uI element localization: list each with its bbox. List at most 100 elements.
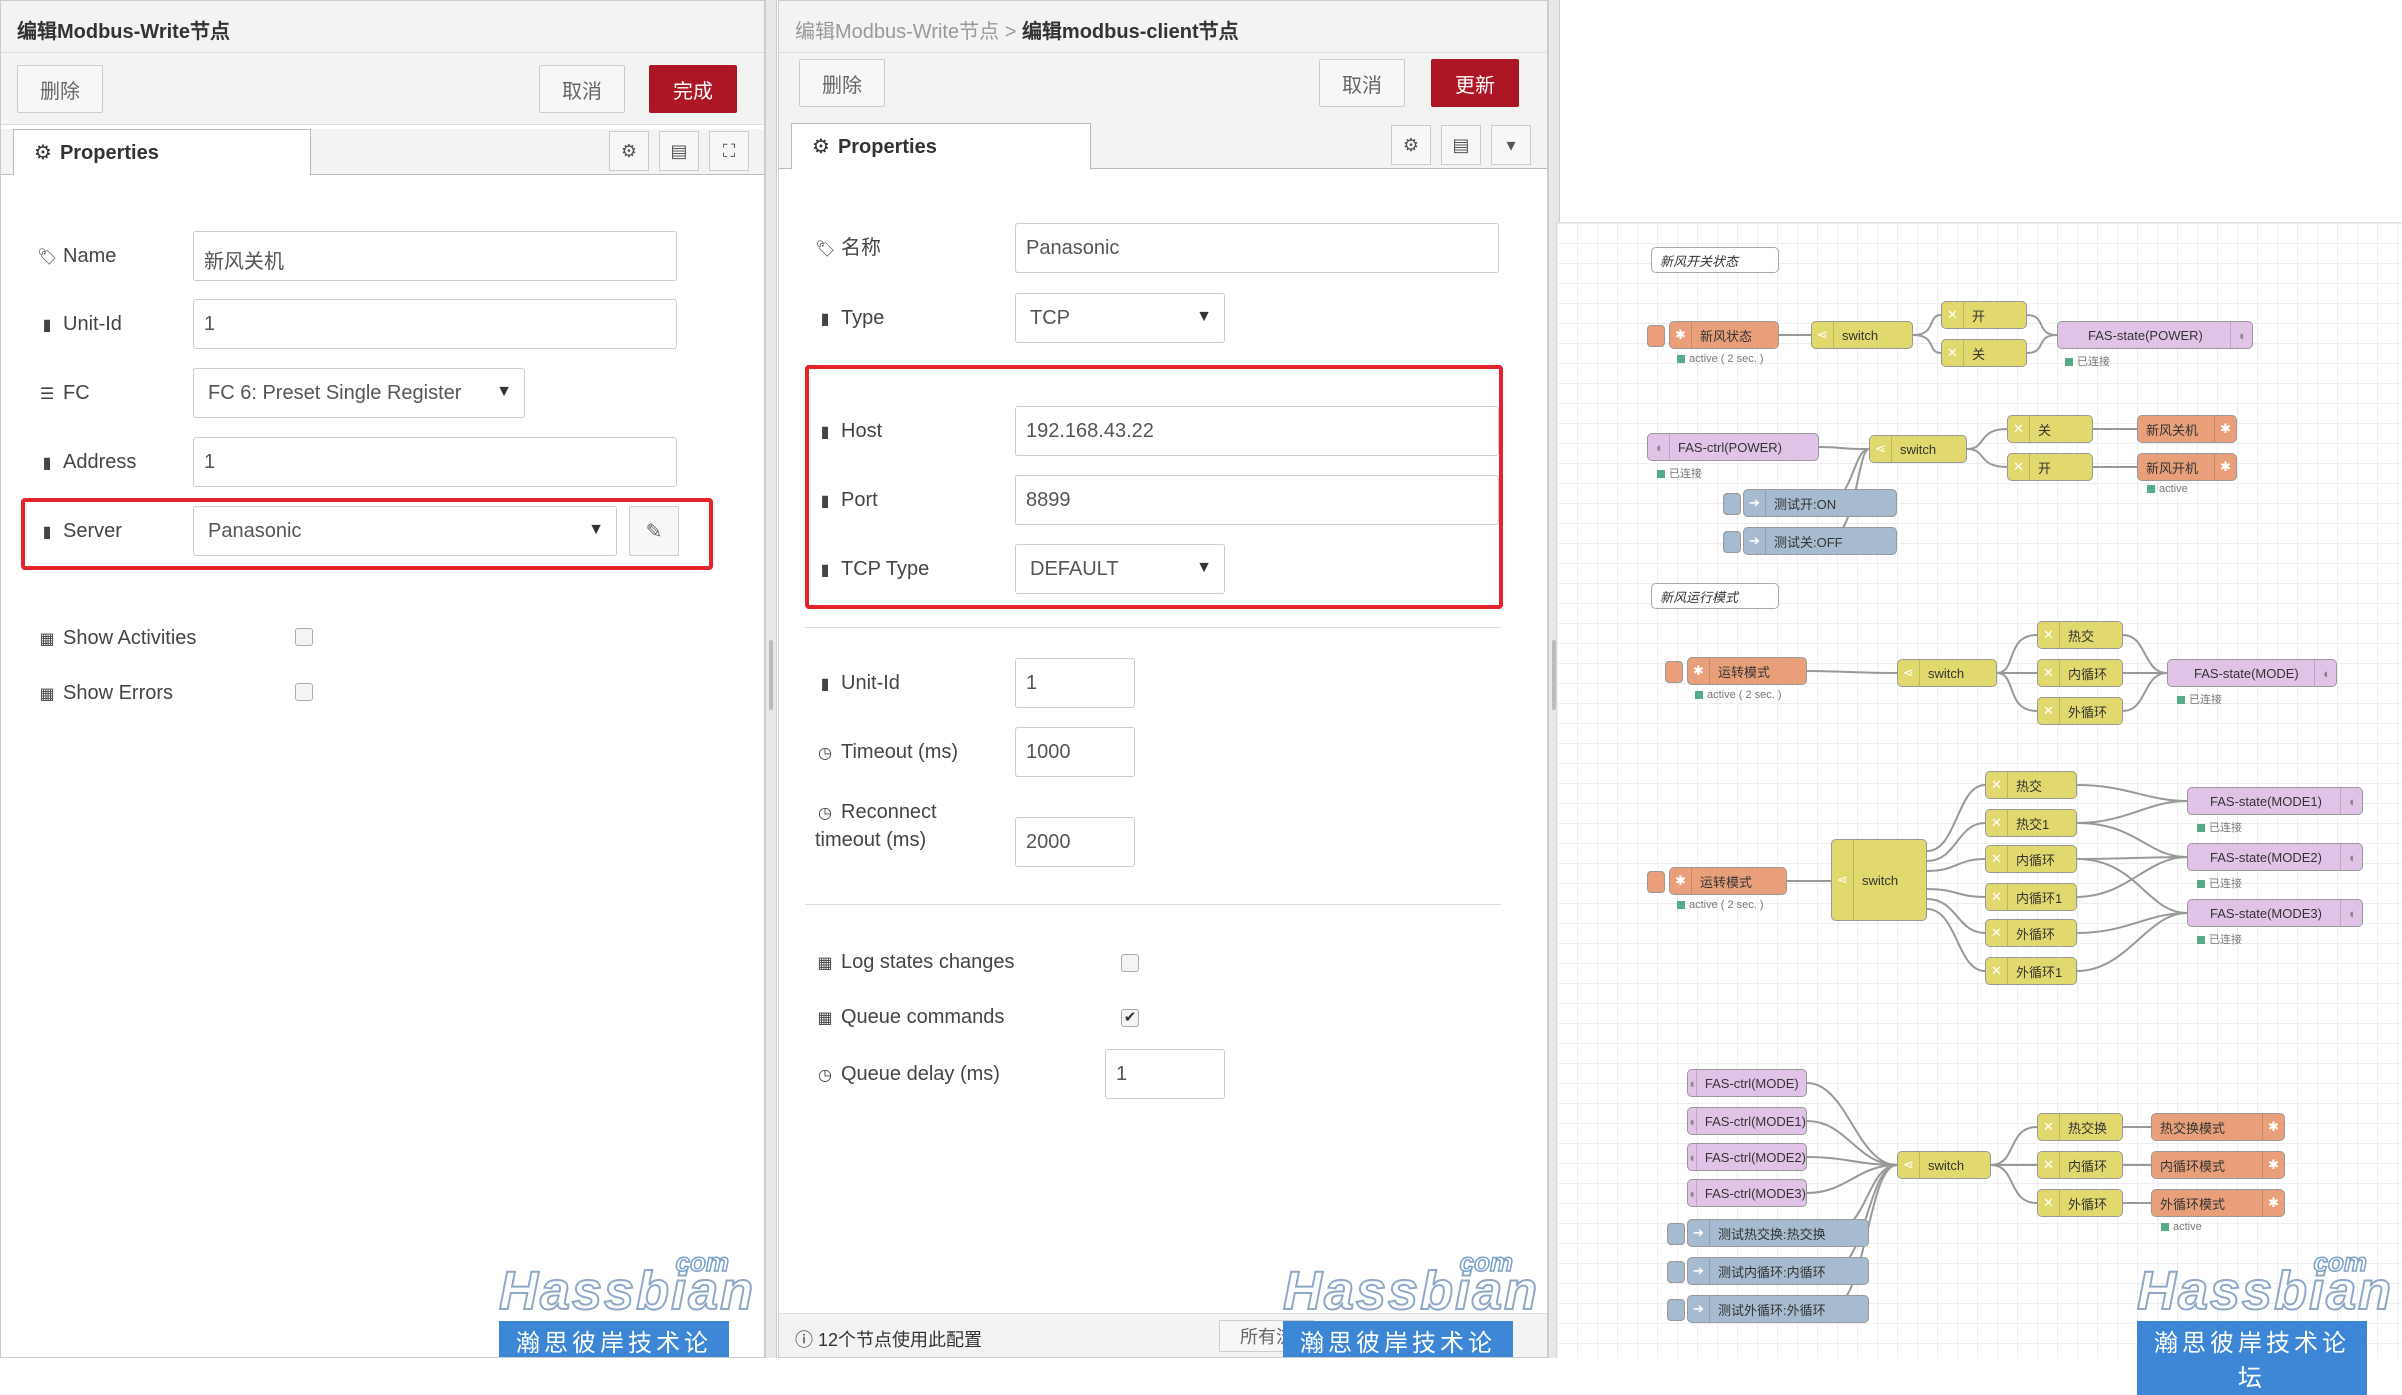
host-input[interactable]: 192.168.43.22 bbox=[1015, 406, 1499, 456]
delete-button[interactable]: 删除 bbox=[17, 65, 103, 113]
bookmark-icon: ▮ bbox=[42, 455, 52, 472]
description-icon[interactable]: ▤ bbox=[1441, 125, 1481, 165]
show-errors-checkbox[interactable] bbox=[295, 683, 313, 701]
flow-node[interactable]: ◖ FAS-ctrl(MODE) bbox=[1687, 1069, 1807, 1097]
flow-node[interactable]: ✕ 热交换 bbox=[2037, 1113, 2123, 1141]
change-icon: ✕ bbox=[2038, 622, 2060, 648]
flow-node[interactable]: 新风关机 ✱ bbox=[2137, 415, 2237, 443]
flow-node[interactable]: 热交换模式 ✱ bbox=[2151, 1113, 2285, 1141]
flow-node[interactable]: ➔ 测试热交换:热交换 bbox=[1687, 1219, 1869, 1247]
queue-commands-checkbox[interactable]: ✔ bbox=[1121, 1009, 1139, 1027]
address-input[interactable]: 1 bbox=[193, 437, 677, 487]
inject-button[interactable] bbox=[1667, 1261, 1685, 1283]
type-select[interactable]: TCP ▼ bbox=[1015, 293, 1225, 343]
flow-node[interactable]: ⋖ switch bbox=[1869, 435, 1967, 463]
breadcrumb-separator: > bbox=[1004, 21, 1017, 43]
show-activities-checkbox[interactable] bbox=[295, 628, 313, 646]
inject-button[interactable] bbox=[1667, 1223, 1685, 1245]
flow-node[interactable]: ✕ 内循环 bbox=[2037, 659, 2123, 687]
tab-properties[interactable]: ⚙ Properties bbox=[13, 129, 311, 176]
flow-node[interactable]: ✕ 外循环 bbox=[2037, 1189, 2123, 1217]
dialog-toolbar: 删除 取消 更新 bbox=[779, 53, 1547, 125]
reconnect-row: ◷ Reconnect timeout (ms) 2000 bbox=[815, 799, 1527, 879]
tab-properties-label: Properties bbox=[59, 142, 159, 164]
flow-node[interactable]: ➔ 测试外循环:外循环 bbox=[1687, 1295, 1869, 1323]
name-input[interactable]: 新风关机 bbox=[193, 231, 677, 281]
appearance-icon[interactable]: ⛶ bbox=[709, 131, 749, 171]
flow-node[interactable]: ✕ 热交 bbox=[2037, 621, 2123, 649]
inject-button[interactable] bbox=[1647, 871, 1665, 893]
flow-node[interactable]: ➔ 测试关:OFF bbox=[1743, 527, 1897, 555]
description-icon[interactable]: ▤ bbox=[659, 131, 699, 171]
flow-node[interactable]: FAS-state(POWER) ◖ bbox=[2057, 321, 2253, 349]
flow-node[interactable]: ✕ 关 bbox=[1941, 339, 2027, 367]
flow-node[interactable]: ✱ 新风状态 bbox=[1669, 321, 1779, 349]
cancel-button[interactable]: 取消 bbox=[1319, 59, 1405, 107]
inject-button[interactable] bbox=[1667, 1299, 1685, 1321]
comment-node[interactable]: 新风开关状态 bbox=[1651, 247, 1779, 273]
flow-canvas[interactable]: 新风开关状态 新风运行模式 ✱ 新风状态 active ( 2 sec. ) ⋖ s… bbox=[1556, 222, 2402, 1395]
flow-node[interactable]: 外循环模式 ✱ bbox=[2151, 1189, 2285, 1217]
switch-icon: ⋖ bbox=[1898, 1152, 1920, 1178]
flow-node[interactable]: ⋖ switch bbox=[1831, 839, 1927, 921]
name-input[interactable]: Panasonic bbox=[1015, 223, 1499, 273]
flow-node[interactable]: 新风开机 ✱ bbox=[2137, 453, 2237, 481]
flow-node[interactable]: ✱ 运转模式 bbox=[1687, 657, 1807, 685]
flow-node[interactable]: ◖ FAS-ctrl(POWER) bbox=[1647, 433, 1819, 461]
flow-node[interactable]: ⋖ switch bbox=[1811, 321, 1913, 349]
queue-delay-label: Queue delay (ms) bbox=[841, 1063, 1000, 1085]
flow-node[interactable]: ✱ 运转模式 bbox=[1669, 867, 1787, 895]
unit-id-input[interactable]: 1 bbox=[1015, 658, 1135, 708]
flow-node[interactable]: ✕ 热交 bbox=[1985, 771, 2077, 799]
settings-gear-icon[interactable]: ⚙ bbox=[1391, 125, 1431, 165]
queue-delay-input[interactable]: 1 bbox=[1105, 1049, 1225, 1099]
update-button[interactable]: 更新 bbox=[1431, 59, 1519, 107]
flow-node[interactable]: ◖ FAS-ctrl(MODE3) bbox=[1687, 1179, 1807, 1207]
port-input[interactable]: 8899 bbox=[1015, 475, 1499, 525]
inject-button[interactable] bbox=[1647, 325, 1665, 347]
node-label: 测试开:ON bbox=[1774, 496, 1837, 512]
node-status: 已连接 bbox=[1657, 465, 1702, 481]
tcp-type-select[interactable]: DEFAULT ▼ bbox=[1015, 544, 1225, 594]
flow-node[interactable]: ✕ 外循环 bbox=[2037, 697, 2123, 725]
flow-node[interactable]: FAS-state(MODE1) ◖ bbox=[2187, 787, 2363, 815]
flow-node[interactable]: ✕ 内循环 bbox=[2037, 1151, 2123, 1179]
tab-properties[interactable]: ⚙ Properties bbox=[791, 123, 1091, 170]
breadcrumb-parent[interactable]: 编辑Modbus-Write节点 bbox=[795, 21, 999, 43]
timeout-input[interactable]: 1000 bbox=[1015, 727, 1135, 777]
flow-node[interactable]: ➔ 测试开:ON bbox=[1743, 489, 1897, 517]
unit-id-input[interactable]: 1 bbox=[193, 299, 677, 349]
fc-select[interactable]: FC 6: Preset Single Register ▼ bbox=[193, 368, 525, 418]
flow-node[interactable]: ✕ 内循环 bbox=[1985, 845, 2077, 873]
inject-button[interactable] bbox=[1723, 531, 1741, 553]
flow-node[interactable]: ◖ FAS-ctrl(MODE1) bbox=[1687, 1107, 1807, 1135]
flow-node[interactable]: ✕ 开 bbox=[1941, 301, 2027, 329]
flow-node[interactable]: FAS-state(MODE3) ◖ bbox=[2187, 899, 2363, 927]
done-button[interactable]: 完成 bbox=[649, 65, 737, 113]
flow-node[interactable]: ✕ 外循环 bbox=[1985, 919, 2077, 947]
switch-icon: ⋖ bbox=[1832, 840, 1854, 920]
flow-node[interactable]: ✕ 外循环1 bbox=[1985, 957, 2077, 985]
splitter[interactable] bbox=[765, 0, 777, 1358]
flow-node[interactable]: FAS-state(MODE) ◖ bbox=[2167, 659, 2337, 687]
flow-node[interactable]: FAS-state(MODE2) ◖ bbox=[2187, 843, 2363, 871]
flow-node[interactable]: ➔ 测试内循环:内循环 bbox=[1687, 1257, 1869, 1285]
reconnect-timeout-input[interactable]: 2000 bbox=[1015, 817, 1135, 867]
log-states-checkbox[interactable] bbox=[1121, 954, 1139, 972]
settings-gear-icon[interactable]: ⚙ bbox=[609, 131, 649, 171]
flow-node[interactable]: ✕ 关 bbox=[2007, 415, 2093, 443]
flow-node[interactable]: ⋖ switch bbox=[1897, 659, 1997, 687]
flow-node[interactable]: ✕ 热交1 bbox=[1985, 809, 2077, 837]
inject-button[interactable] bbox=[1723, 493, 1741, 515]
cancel-button[interactable]: 取消 bbox=[539, 65, 625, 113]
flow-node[interactable]: ✕ 内循环1 bbox=[1985, 883, 2077, 911]
comment-node[interactable]: 新风运行模式 bbox=[1651, 583, 1779, 609]
flow-node[interactable]: 内循环模式 ✱ bbox=[2151, 1151, 2285, 1179]
flow-node[interactable]: ⋖ switch bbox=[1897, 1151, 1991, 1179]
flow-node[interactable]: ✕ 开 bbox=[2007, 453, 2093, 481]
flow-node[interactable]: ◖ FAS-ctrl(MODE2) bbox=[1687, 1143, 1807, 1171]
node-label: 新风状态 bbox=[1700, 328, 1753, 344]
expand-chevron-icon[interactable]: ▾ bbox=[1491, 125, 1531, 165]
delete-button[interactable]: 删除 bbox=[799, 59, 885, 107]
inject-button[interactable] bbox=[1665, 661, 1683, 683]
